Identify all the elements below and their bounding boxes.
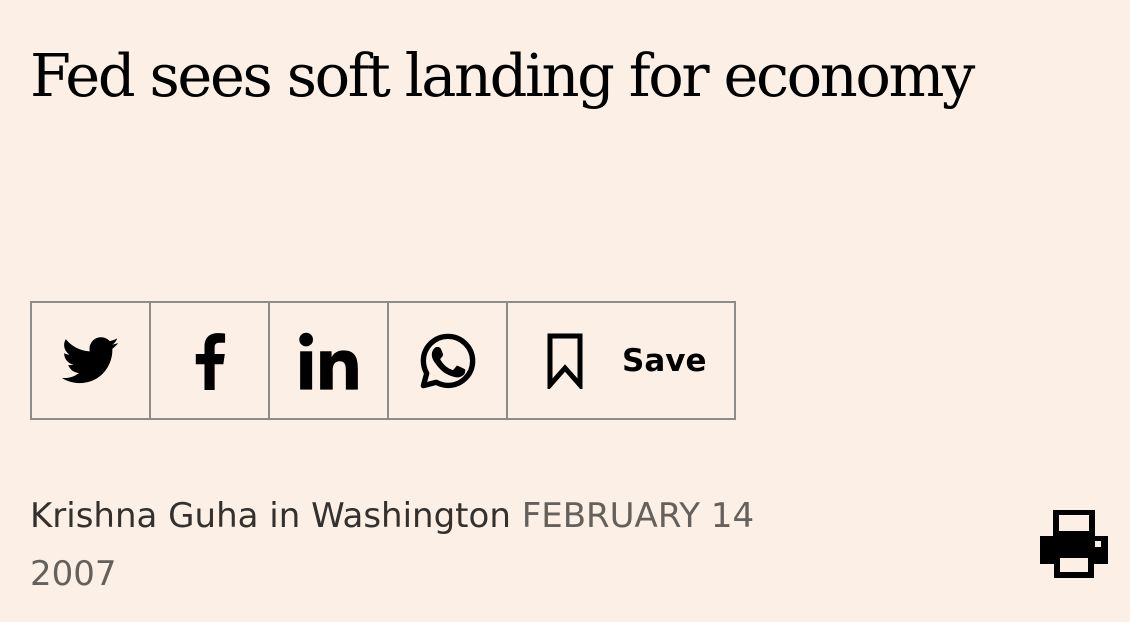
- share-whatsapp-button[interactable]: [389, 303, 508, 418]
- print-button[interactable]: [1040, 509, 1108, 578]
- save-article-button[interactable]: Save: [508, 303, 734, 418]
- printer-icon: [1040, 509, 1108, 578]
- share-twitter-button[interactable]: [32, 303, 151, 418]
- byline: Krishna Guha in Washington FEBRUARY 14 2…: [30, 487, 850, 603]
- facebook-icon: [195, 332, 225, 390]
- bookmark-icon: [547, 333, 583, 389]
- share-bar: Save: [30, 301, 736, 420]
- share-facebook-button[interactable]: [151, 303, 270, 418]
- article-headline: Fed sees soft landing for economy: [30, 41, 975, 110]
- twitter-icon: [61, 336, 119, 383]
- linkedin-icon: [298, 332, 358, 390]
- save-label: Save: [622, 342, 707, 379]
- share-linkedin-button[interactable]: [270, 303, 389, 418]
- whatsapp-icon: [420, 333, 475, 388]
- author-name[interactable]: Krishna Guha in Washington: [30, 496, 511, 536]
